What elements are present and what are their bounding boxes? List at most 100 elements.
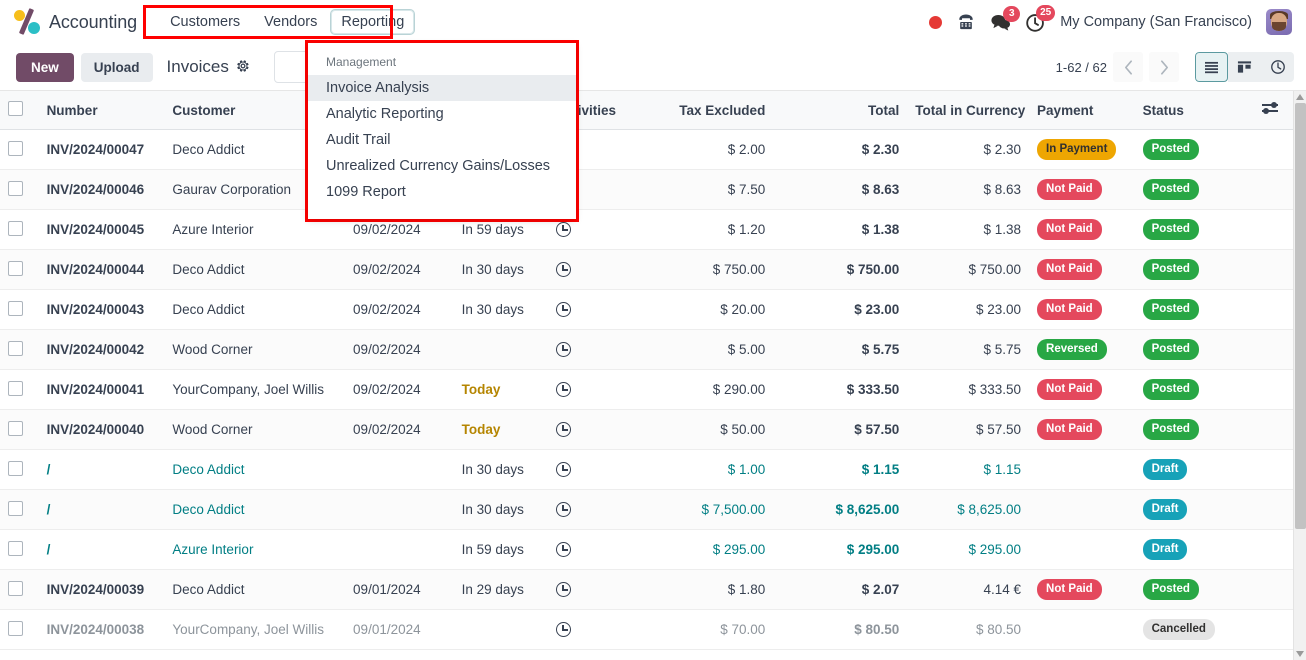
row-select-cell[interactable] [0,289,39,330]
table-row[interactable]: INV/2024/00044 Deco Addict 09/02/2024 In 30… [0,249,1293,290]
row-select-cell[interactable] [0,209,39,250]
app-brand[interactable]: Accounting [14,8,137,35]
clock-icon[interactable] [556,262,572,278]
row-checkbox[interactable] [8,420,23,436]
new-button[interactable]: New [16,52,74,82]
table-row[interactable]: INV/2024/00038 YourCompany, Joel Willis 09… [0,609,1293,650]
row-select-cell[interactable] [0,329,39,370]
clock-icon[interactable] [556,342,572,358]
row-checkbox[interactable] [8,300,23,316]
row-select-cell[interactable] [0,369,39,410]
column-options-icon[interactable] [1246,91,1293,130]
record-dot-icon[interactable] [929,15,943,29]
company-selector[interactable]: My Company (San Francisco) [1060,14,1252,30]
dropdown-item-1099-report[interactable]: 1099 Report [308,179,576,205]
cell-activities[interactable] [548,569,611,610]
phone-icon[interactable] [956,12,976,32]
table-row[interactable]: / Deco Addict In 30 days $ 7,500.00 $ 8,625.… [0,489,1293,530]
clock-icon[interactable] [556,302,572,318]
clock-icon[interactable] [556,422,572,438]
cell-activities[interactable] [548,369,611,410]
table-header: Number Customer Activities Tax Excluded … [0,91,1293,130]
header-number[interactable]: Number [38,91,165,130]
payment-badge: Not Paid [1037,419,1102,440]
table-row[interactable]: INV/2024/00041 YourCompany, Joel Willis 09… [0,369,1293,410]
cell-total: $ 2.30 [773,129,908,170]
cell-activities[interactable] [548,529,611,570]
table-row[interactable]: INV/2024/00047 Deco Addict $ 2.00 $ 2.30 $ 2… [0,129,1293,170]
row-select-cell[interactable] [0,129,39,170]
clock-icon[interactable] [556,382,572,398]
row-select-cell[interactable] [0,169,39,210]
cell-activities[interactable] [548,449,611,490]
dropdown-item-audit-trail[interactable]: Audit Trail [308,127,576,153]
row-checkbox[interactable] [8,620,23,636]
pager-next-button[interactable] [1149,52,1179,82]
table-row[interactable]: INV/2024/00039 Deco Addict 09/01/2024 In 29… [0,569,1293,610]
scroll-up-arrow-icon[interactable] [1296,94,1304,100]
vertical-scrollbar[interactable] [1293,91,1306,660]
clock-icon[interactable] [556,222,572,238]
table-row[interactable]: INV/2024/00043 Deco Addict 09/02/2024 In 30… [0,289,1293,330]
table-row[interactable]: INV/2024/00042 Wood Corner 09/02/2024 $ 5.0… [0,329,1293,370]
user-avatar[interactable] [1266,9,1292,35]
activities-clock-icon[interactable]: 25 [1025,4,1056,33]
messages-icon[interactable]: 3 [990,5,1021,32]
row-select-cell[interactable] [0,449,39,490]
row-checkbox[interactable] [8,140,23,156]
header-total-in-currency[interactable]: Total in Currency [907,91,1030,130]
list-view-icon[interactable] [1195,52,1228,82]
header-status[interactable]: Status [1134,91,1247,130]
clock-icon[interactable] [556,462,572,478]
gear-icon[interactable] [236,59,250,76]
cell-activities[interactable] [548,249,611,290]
row-select-cell[interactable] [0,249,39,290]
cell-activities[interactable] [548,609,611,650]
menu-item-vendors[interactable]: Vendors [253,9,328,35]
scrollbar-thumb[interactable] [1295,103,1306,529]
row-checkbox[interactable] [8,500,23,516]
header-payment[interactable]: Payment [1029,91,1135,130]
row-checkbox[interactable] [8,260,23,276]
upload-button[interactable]: Upload [80,52,153,82]
table-row[interactable]: / Deco Addict In 30 days $ 1.00 $ 1.15 $ 1.15… [0,449,1293,490]
row-select-cell[interactable] [0,609,39,650]
clock-icon[interactable] [556,502,572,518]
dropdown-item-analytic-reporting[interactable]: Analytic Reporting [308,101,576,127]
table-row[interactable]: / Azure Interior In 59 days $ 295.00 $ 295.0… [0,529,1293,570]
cell-activities[interactable] [548,289,611,330]
scroll-down-arrow-icon[interactable] [1296,651,1304,657]
activity-view-icon[interactable] [1261,52,1294,82]
row-checkbox[interactable] [8,380,23,396]
row-select-cell[interactable] [0,489,39,530]
table-row[interactable]: INV/2024/00046 Gaurav Corporation $ 7.50 $ … [0,169,1293,210]
cell-activities[interactable] [548,329,611,370]
table-row[interactable]: INV/2024/00045 Azure Interior 09/02/2024 In… [0,209,1293,250]
clock-icon[interactable] [556,582,572,598]
menu-item-customers[interactable]: Customers [159,9,251,35]
row-checkbox[interactable] [8,540,23,556]
row-select-cell[interactable] [0,529,39,570]
select-all-checkbox[interactable] [8,101,23,116]
cell-total-in-currency: $ 750.00 [907,249,1030,290]
row-checkbox[interactable] [8,180,23,196]
cell-number: INV/2024/00038 [38,609,165,650]
dropdown-item-unrealized-currency-gains-losses[interactable]: Unrealized Currency Gains/Losses [308,153,576,179]
row-checkbox[interactable] [8,220,23,236]
clock-icon[interactable] [556,622,572,638]
kanban-view-icon[interactable] [1228,52,1261,82]
row-checkbox[interactable] [8,340,23,356]
cell-activities[interactable] [548,409,611,450]
dropdown-item-invoice-analysis[interactable]: Invoice Analysis [308,75,576,101]
pager-previous-button[interactable] [1113,52,1143,82]
menu-item-reporting[interactable]: Reporting [330,9,416,35]
header-total[interactable]: Total [773,91,908,130]
row-checkbox[interactable] [8,460,23,476]
row-checkbox[interactable] [8,580,23,596]
clock-icon[interactable] [556,542,572,558]
cell-activities[interactable] [548,489,611,530]
table-row[interactable]: INV/2024/00040 Wood Corner 09/02/2024 Today… [0,409,1293,450]
row-select-cell[interactable] [0,569,39,610]
row-select-cell[interactable] [0,409,39,450]
header-tax-excluded[interactable]: Tax Excluded [610,91,774,130]
